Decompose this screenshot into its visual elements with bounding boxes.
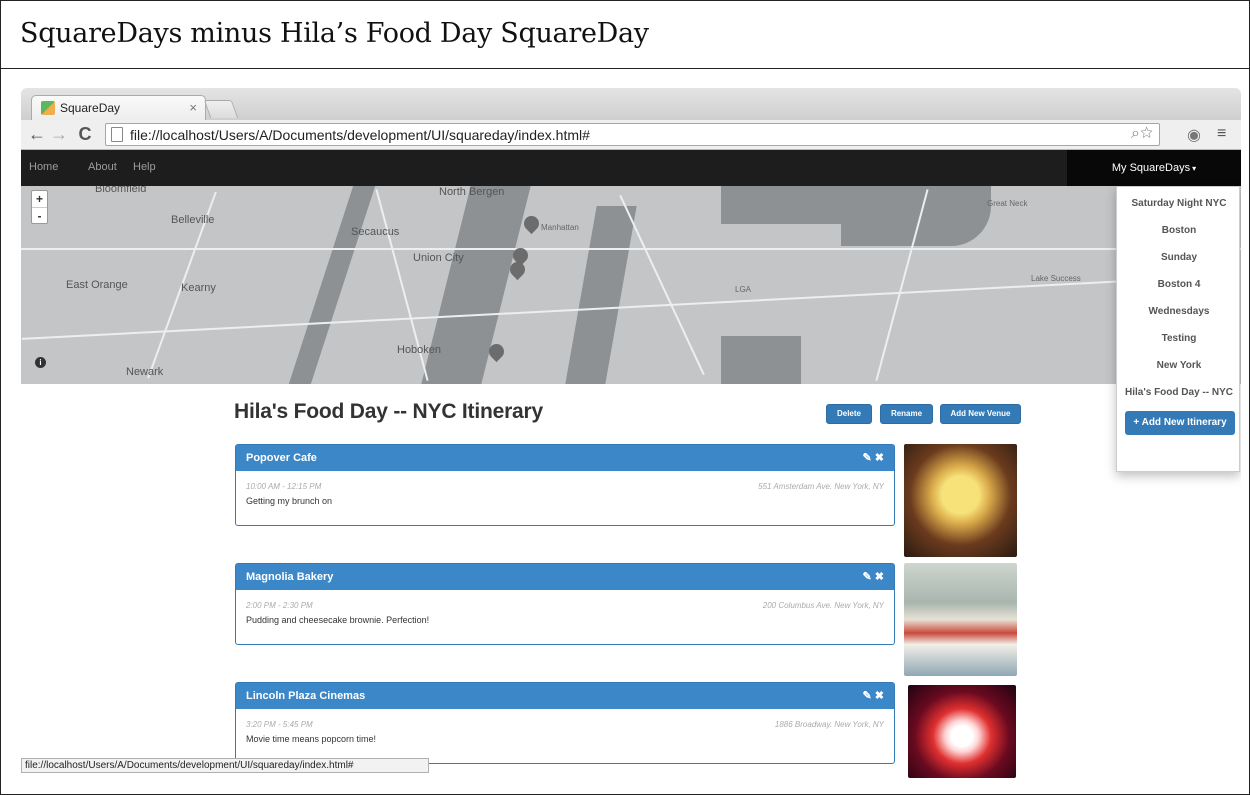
venue-time: 10:00 AM - 12:15 PM: [246, 482, 322, 491]
map-label: Hoboken: [397, 344, 442, 356]
map-label: LGA: [735, 285, 752, 294]
venue-description: Pudding and cheesecake brownie. Perfecti…: [246, 615, 430, 625]
tab-close-icon[interactable]: ×: [189, 100, 197, 115]
map-label: North Bergen: [439, 186, 505, 198]
favicon-icon: [41, 101, 55, 115]
zoom-icon[interactable]: ⌕☆: [1131, 125, 1153, 143]
tab-strip: SquareDay ×: [21, 88, 1241, 120]
venue-card: Popover Cafe ✎ ✖ 10:00 AM - 12:15 PM 551…: [235, 444, 895, 526]
browser-tab[interactable]: SquareDay ×: [31, 95, 206, 120]
map-label: Lake Success: [1031, 274, 1081, 283]
map-label: Newark: [126, 366, 164, 378]
address-bar[interactable]: file://localhost/Users/A/Documents/devel…: [105, 123, 1160, 146]
venue-description: Getting my brunch on: [246, 496, 333, 506]
edit-remove-icon[interactable]: ✎ ✖: [863, 451, 885, 464]
venue-name: Magnolia Bakery: [246, 571, 334, 583]
reload-icon[interactable]: C: [75, 124, 95, 144]
dropdown-item[interactable]: Boston: [1117, 225, 1241, 236]
star-icon[interactable]: ☆: [1140, 125, 1153, 142]
map-label: Bloomfield: [95, 186, 147, 195]
delete-button[interactable]: Delete: [826, 404, 872, 424]
venue-address: 1886 Broadway. New York, NY: [774, 720, 884, 729]
dropdown-item[interactable]: Sunday: [1117, 252, 1241, 263]
dropdown-item[interactable]: Saturday Night NYC: [1117, 198, 1241, 209]
add-new-itinerary-button[interactable]: + Add New Itinerary: [1125, 411, 1235, 435]
nav-home[interactable]: Home: [29, 161, 58, 173]
map-label: Kearny: [181, 282, 216, 294]
document-title: SquareDays minus Hila’s Food Day SquareD…: [0, 0, 1250, 69]
extension-icon[interactable]: ◉: [1187, 125, 1201, 145]
page-icon: [111, 127, 123, 142]
zoom-out-button[interactable]: -: [32, 207, 47, 223]
map-marker[interactable]: [520, 212, 543, 235]
venue-photo[interactable]: [904, 563, 1017, 676]
map-bay-south: [721, 336, 801, 384]
map-label: Secaucus: [351, 226, 400, 238]
new-tab-button[interactable]: [203, 100, 239, 118]
map-info-icon[interactable]: i: [35, 357, 46, 368]
nav-about[interactable]: About: [88, 161, 117, 173]
browser-toolbar: ← → C file://localhost/Users/A/Documents…: [21, 120, 1241, 150]
dropdown-item[interactable]: Boston 4: [1117, 279, 1241, 290]
map[interactable]: Bloomfield Belleville North Bergen Secau…: [21, 186, 1241, 384]
venue-card: Lincoln Plaza Cinemas ✎ ✖ 3:20 PM - 5:45…: [235, 682, 895, 764]
map-label: Manhattan: [541, 223, 579, 232]
map-label: Belleville: [171, 214, 215, 226]
my-squaredays-label: My SquareDays: [1111, 162, 1191, 174]
map-east-river: [565, 206, 637, 384]
edit-remove-icon[interactable]: ✎ ✖: [863, 570, 885, 583]
itinerary-title: Hila's Food Day -- NYC Itinerary: [234, 400, 543, 423]
venue-address: 200 Columbus Ave. New York, NY: [762, 601, 884, 610]
venue-photo[interactable]: [908, 685, 1016, 778]
my-squaredays-dropdown: Saturday Night NYC Boston Sunday Boston …: [1116, 186, 1240, 472]
map-river: [288, 186, 376, 384]
map-zoom-control: + -: [31, 190, 48, 224]
status-bar: file://localhost/Users/A/Documents/devel…: [21, 758, 429, 773]
venue-time: 2:00 PM - 2:30 PM: [246, 601, 313, 610]
forward-icon[interactable]: →: [49, 124, 69, 144]
menu-icon[interactable]: ≡: [1217, 125, 1226, 143]
map-label: East Orange: [66, 279, 128, 291]
venue-description: Movie time means popcorn time!: [246, 734, 377, 744]
caret-down-icon: ▾: [1192, 164, 1197, 173]
venue-name: Popover Cafe: [246, 452, 317, 464]
venue-card: Magnolia Bakery ✎ ✖ 2:00 PM - 2:30 PM 20…: [235, 563, 895, 645]
rename-button[interactable]: Rename: [880, 404, 933, 424]
venue-photo[interactable]: [904, 444, 1017, 557]
map-road: [619, 194, 705, 376]
zoom-in-button[interactable]: +: [32, 191, 47, 207]
back-icon[interactable]: ←: [27, 124, 47, 144]
url-text: file://localhost/Users/A/Documents/devel…: [130, 127, 590, 143]
my-squaredays-toggle[interactable]: My SquareDays ▾: [1067, 150, 1241, 186]
venue-header: Magnolia Bakery ✎ ✖: [236, 564, 894, 590]
map-sound: [721, 186, 861, 224]
map-bay: [841, 186, 991, 246]
map-label: Union City: [413, 252, 464, 264]
venue-address: 551 Amsterdam Ave. New York, NY: [758, 482, 884, 491]
browser-window: SquareDay × ← → C file://localhost/Users…: [21, 88, 1241, 778]
venue-header: Popover Cafe ✎ ✖: [236, 445, 894, 471]
venue-header: Lincoln Plaza Cinemas ✎ ✖: [236, 683, 894, 709]
nav-help[interactable]: Help: [133, 161, 156, 173]
dropdown-item[interactable]: Wednesdays: [1117, 306, 1241, 317]
edit-remove-icon[interactable]: ✎ ✖: [863, 689, 885, 702]
tab-title: SquareDay: [60, 101, 121, 115]
dropdown-item[interactable]: New York: [1117, 360, 1241, 371]
map-road: [21, 248, 1241, 250]
dropdown-item[interactable]: Hila's Food Day -- NYC: [1117, 387, 1241, 398]
add-new-venue-button[interactable]: Add New Venue: [940, 404, 1021, 424]
map-label: Great Neck: [987, 199, 1028, 208]
venue-time: 3:20 PM - 5:45 PM: [246, 720, 313, 729]
dropdown-item[interactable]: Testing: [1117, 333, 1241, 344]
app-navbar: Home About Help My SquareDays ▾: [21, 150, 1241, 186]
venue-name: Lincoln Plaza Cinemas: [246, 690, 366, 702]
